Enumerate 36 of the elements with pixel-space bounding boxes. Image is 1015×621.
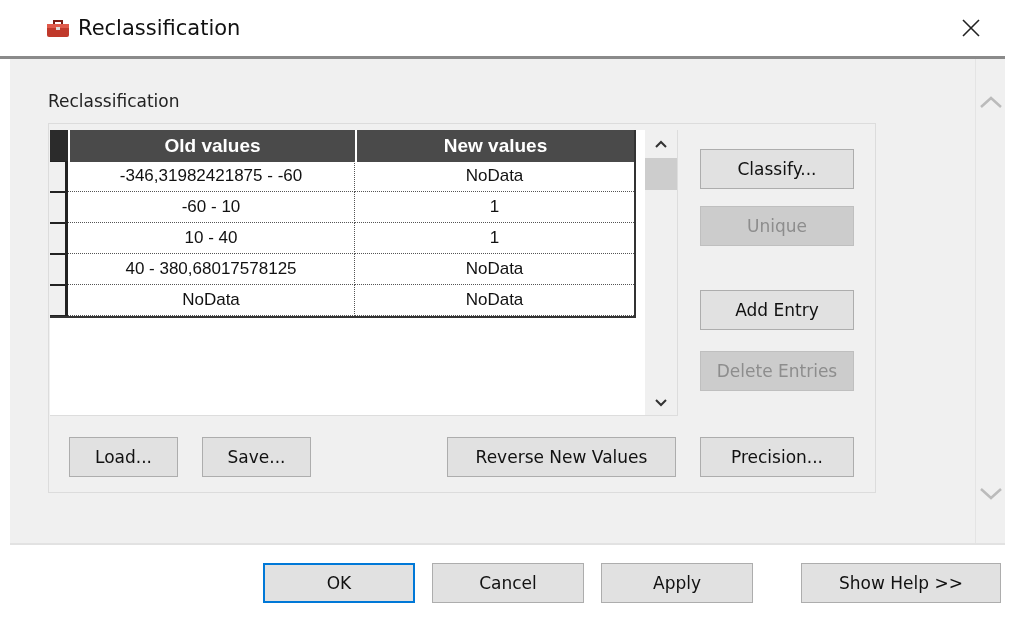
dialog-button[interactable]: Cancel bbox=[432, 563, 584, 603]
action-button[interactable]: Reverse New Values bbox=[447, 437, 676, 477]
table-cell[interactable]: 40 - 380,68017578125 bbox=[68, 254, 355, 285]
dialog-button[interactable]: OK bbox=[263, 563, 415, 603]
table-cell[interactable]: 1 bbox=[355, 223, 634, 254]
dialog-button[interactable]: Apply bbox=[601, 563, 753, 603]
section-label: Reclassification bbox=[48, 91, 180, 111]
row-selector[interactable] bbox=[50, 192, 68, 223]
row-selector[interactable] bbox=[50, 161, 68, 192]
scrollbar[interactable] bbox=[645, 130, 677, 415]
scroll-thumb[interactable] bbox=[645, 158, 677, 190]
action-button[interactable]: Save... bbox=[202, 437, 311, 477]
table-cell[interactable]: 1 bbox=[355, 192, 634, 223]
column-header[interactable]: Old values bbox=[68, 130, 355, 162]
column-header[interactable]: New values bbox=[355, 130, 634, 162]
table-cell[interactable]: NoData bbox=[355, 161, 634, 192]
action-button[interactable]: Classify... bbox=[700, 149, 854, 189]
row-header-corner bbox=[50, 130, 68, 161]
table-cell[interactable]: -60 - 10 bbox=[68, 192, 355, 223]
table-cell[interactable]: 10 - 40 bbox=[68, 223, 355, 254]
table-cell[interactable]: NoData bbox=[355, 285, 634, 316]
window-title: Reclassification bbox=[78, 16, 242, 40]
table-cell[interactable]: -346,31982421875 - -60 bbox=[68, 161, 355, 192]
toolbox-icon bbox=[46, 18, 70, 38]
table-cell[interactable]: NoData bbox=[68, 285, 355, 316]
dialog-button[interactable]: Show Help >> bbox=[801, 563, 1001, 603]
close-icon[interactable] bbox=[961, 18, 981, 38]
row-selector[interactable] bbox=[50, 254, 68, 285]
row-selector[interactable] bbox=[50, 285, 68, 316]
table-cell[interactable]: NoData bbox=[355, 254, 634, 285]
row-selector[interactable] bbox=[50, 223, 68, 254]
action-button[interactable]: Precision... bbox=[700, 437, 854, 477]
action-button[interactable]: Add Entry bbox=[700, 290, 854, 330]
scroll-down-icon[interactable] bbox=[655, 399, 667, 407]
action-button[interactable]: Load... bbox=[69, 437, 178, 477]
scroll-up-icon[interactable] bbox=[655, 140, 667, 148]
